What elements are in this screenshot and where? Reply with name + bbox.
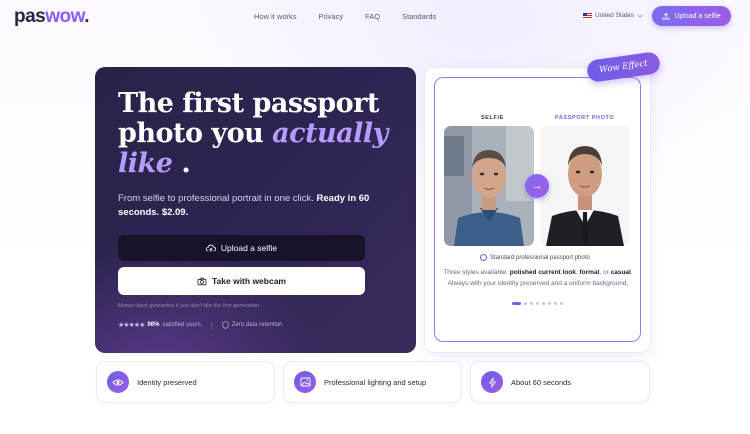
upload-selfie-label: Upload a selfie [220, 243, 278, 253]
feature-identity: Identity preserved [96, 361, 275, 403]
lightning-icon [481, 371, 503, 393]
carousel-dots [512, 302, 563, 305]
hero-subtitle-plain: From selfie to professional portrait in … [118, 193, 314, 204]
desc-text-2: , [575, 269, 578, 276]
upload-selfie-nav-label: Upload a selfie [674, 12, 721, 20]
passport-photo-label: PASSPORT PHOTO [555, 115, 615, 121]
selfie-label: SELFIE [481, 115, 504, 121]
logo-part2: wow [45, 6, 85, 27]
hero-title-line2-text: photo you [118, 118, 264, 149]
check-circle-icon [480, 254, 487, 261]
carousel-dot[interactable] [542, 302, 545, 305]
standard-photo-label: Standard professional passport photo [480, 254, 590, 261]
hero-card: The first passport photo you actually li… [95, 67, 416, 353]
selfie-image [444, 126, 534, 246]
cloud-upload-icon [205, 244, 216, 252]
chevron-down-icon [637, 14, 643, 18]
retention-text: Zero data retention [231, 322, 283, 328]
nav-link-standards[interactable]: Standards [402, 12, 436, 21]
hero-title-accent2: like [118, 148, 173, 179]
image-icon [294, 371, 316, 393]
upload-selfie-button[interactable]: Upload a selfie [118, 235, 365, 261]
carousel-dot[interactable] [524, 302, 527, 305]
feature-speed-label: About 60 seconds [511, 378, 572, 387]
logo[interactable]: paswow. [14, 6, 89, 28]
take-webcam-label: Take with webcam [211, 276, 286, 286]
transform-arrow-icon: → [525, 174, 549, 198]
carousel-dot[interactable] [554, 302, 557, 305]
carousel-dot[interactable] [530, 302, 533, 305]
desc-style-casual: casual [610, 269, 631, 276]
nav-link-privacy[interactable]: Privacy [319, 12, 344, 21]
star-rating-icon: ★★★★★ [118, 322, 145, 329]
rating-percent: 98% [147, 322, 160, 328]
shield-icon [222, 321, 229, 329]
top-nav: paswow. How it works Privacy FAQ Standar… [0, 0, 750, 34]
camera-icon [197, 277, 207, 285]
carousel-dot[interactable] [512, 302, 521, 305]
carousel-dot[interactable] [548, 302, 551, 305]
feature-lighting-label: Professional lighting and setup [324, 378, 427, 387]
rating-text: satisfied users [162, 322, 201, 328]
hero-title-line1: The first passport [118, 88, 379, 119]
upload-icon [662, 12, 670, 20]
standard-photo-text: Standard professional passport photo [490, 254, 590, 261]
nav-link-how-it-works[interactable]: How it works [254, 12, 297, 21]
us-flag-icon [583, 12, 592, 19]
upload-selfie-nav-button[interactable]: Upload a selfie [652, 6, 731, 26]
desc-text-1: Three styles available: [443, 269, 508, 276]
nav-link-faq[interactable]: FAQ [365, 12, 380, 21]
guarantee-text: Money-back guarantee if you don't like t… [118, 303, 261, 309]
eye-icon [107, 371, 129, 393]
carousel-dot[interactable] [536, 302, 539, 305]
logo-part1: pas [14, 6, 46, 27]
hero-title-end: . [181, 148, 191, 179]
feature-lighting: Professional lighting and setup [283, 361, 462, 403]
locale-selector[interactable]: United States [583, 12, 643, 19]
hero-title: The first passport photo you actually li… [118, 89, 398, 179]
hero-subtitle: From selfie to professional portrait in … [118, 192, 388, 220]
hero-title-line3: like . [118, 149, 398, 179]
carousel-dot[interactable] [560, 302, 563, 305]
desc-style-polished: polished current look [509, 269, 576, 276]
feature-identity-label: Identity preserved [137, 378, 197, 387]
passport-photo-image [540, 126, 630, 246]
divider [210, 321, 212, 329]
nav-links: How it works Privacy FAQ Standards [254, 12, 458, 21]
trust-row: ★★★★★ 98% satisfied users Zero data rete… [118, 321, 282, 329]
styles-description: Three styles available: polished current… [443, 267, 633, 289]
hero-title-line2: photo you actually [118, 119, 398, 149]
feature-speed: About 60 seconds [470, 361, 650, 403]
desc-text-3: , or [599, 269, 609, 276]
hero-title-accent1: actually [272, 118, 388, 149]
take-webcam-button[interactable]: Take with webcam [118, 267, 365, 295]
logo-dot: . [84, 6, 89, 27]
locale-label: United States [595, 12, 635, 19]
desc-style-formal: formal [579, 269, 600, 276]
